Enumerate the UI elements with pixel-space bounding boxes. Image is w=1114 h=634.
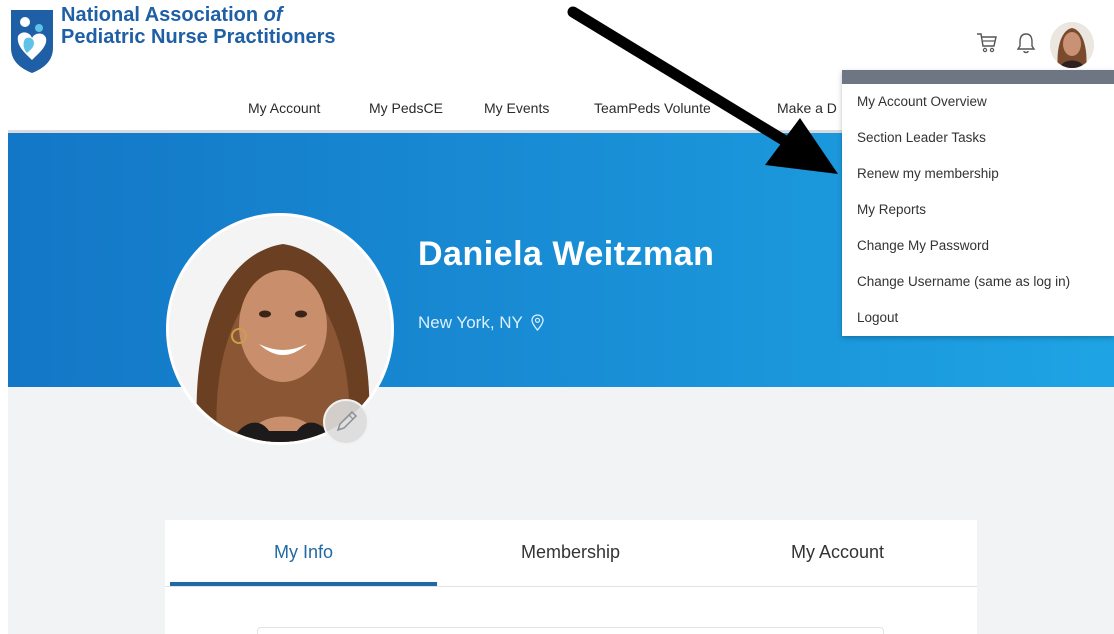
tab-membership[interactable]: Membership [437,542,704,563]
nav-my-account[interactable]: My Account [248,100,320,116]
organization-name[interactable]: National Association of Pediatric Nurse … [61,4,336,48]
menu-item-renew-membership[interactable]: Renew my membership [857,166,999,181]
nav-teampeds-volunteer[interactable]: TeamPeds Volunte [594,100,711,116]
account-dropdown-menu: My Account Overview Section Leader Tasks… [842,70,1114,336]
menu-item-account-overview[interactable]: My Account Overview [857,94,987,109]
profile-tabs-card: My Info Membership My Account [165,520,977,634]
napnap-logo[interactable] [8,6,56,74]
menu-item-change-username[interactable]: Change Username (same as log in) [857,274,1070,289]
tab-my-account[interactable]: My Account [704,542,971,563]
cart-icon[interactable] [976,32,998,54]
tab-divider [165,586,977,587]
avatar[interactable] [1050,22,1094,68]
info-panel [257,627,884,634]
menu-item-my-reports[interactable]: My Reports [857,202,926,217]
nav-my-events[interactable]: My Events [484,100,549,116]
nav-make-a-donation[interactable]: Make a D [777,100,837,116]
dropdown-header-bar [842,70,1114,84]
menu-item-change-password[interactable]: Change My Password [857,238,989,253]
nav-my-pedsce[interactable]: My PedsCE [369,100,443,116]
edit-photo-button[interactable] [323,399,369,445]
bell-icon[interactable] [1016,32,1036,54]
menu-item-section-leader-tasks[interactable]: Section Leader Tasks [857,130,986,145]
tab-my-info[interactable]: My Info [170,542,437,563]
header-icons [964,20,1114,70]
pencil-icon [336,410,358,432]
location-pin-icon [531,314,544,331]
menu-item-logout[interactable]: Logout [857,310,898,325]
profile-name: Daniela Weitzman [418,235,715,273]
screen-edge [0,0,8,634]
profile-location: New York, NY [418,313,544,333]
profile-location-text: New York, NY [418,313,523,332]
